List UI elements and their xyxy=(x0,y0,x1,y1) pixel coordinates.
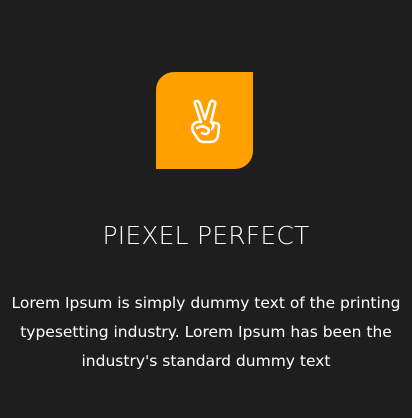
description-line-1: Lorem Ipsum is simply dummy text of the … xyxy=(11,294,401,312)
peace-hand-icon xyxy=(185,98,225,144)
description-line-3: industry's standard dummy text xyxy=(81,352,331,370)
feature-card: PIEXEL PERFECT Lorem Ipsum is simply dum… xyxy=(0,0,412,418)
feature-icon-box xyxy=(156,72,253,169)
feature-description: Lorem Ipsum is simply dummy text of the … xyxy=(0,289,412,376)
description-line-2: typesetting industry. Lorem Ipsum has be… xyxy=(20,323,392,341)
feature-title: PIEXEL PERFECT xyxy=(102,221,310,250)
